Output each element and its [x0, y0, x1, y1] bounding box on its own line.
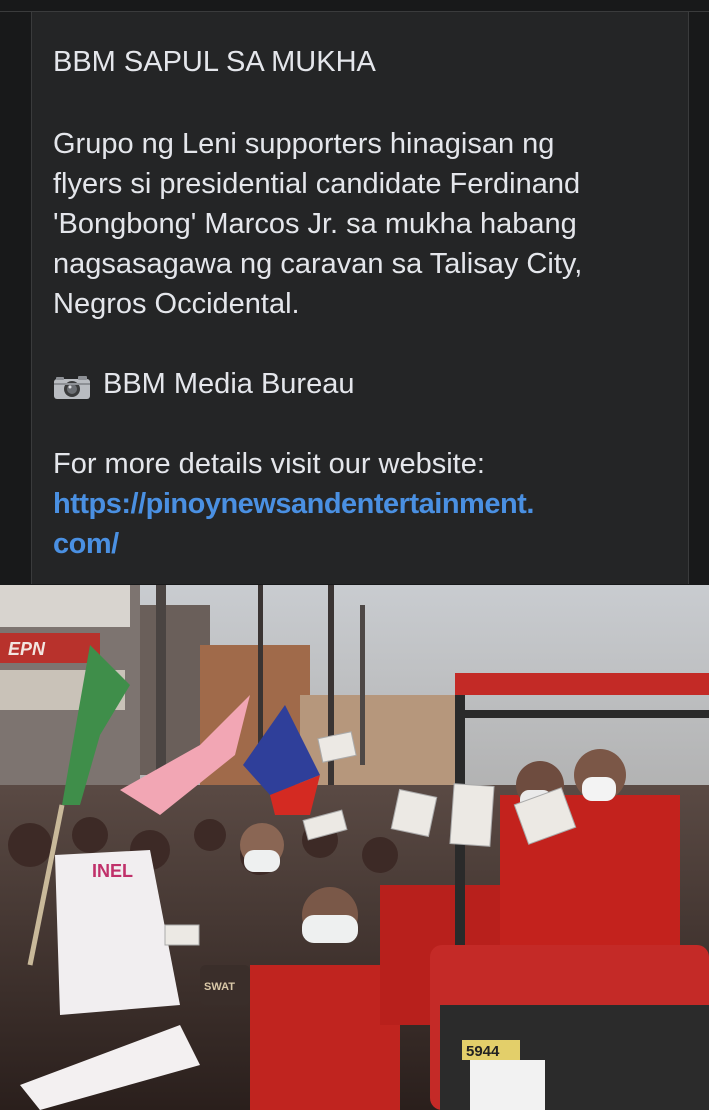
post-body-line: 'Bongbong' Marcos Jr. sa mukha habang: [53, 208, 577, 240]
banner-text: INEL: [92, 861, 133, 881]
details-text: For more details visit our website:: [53, 448, 485, 480]
post-headline: BBM SAPUL SA MUKHA: [53, 46, 376, 78]
photo-credit: BBM Media Bureau: [53, 364, 678, 404]
post-body-line: flyers si presidential candidate Ferdina…: [53, 168, 581, 200]
website-link-line[interactable]: com/: [53, 528, 119, 560]
website-link-line[interactable]: https://pinoynewsandentertainment.: [53, 488, 534, 520]
cap-text: SWAT: [204, 981, 235, 993]
truck-roof: [455, 673, 709, 695]
top-border: [0, 0, 709, 12]
website-link[interactable]: https://pinoynewsandentertainment. com/: [53, 484, 678, 564]
caravan-photo-illustration: EPN INEL 5944 SWAT: [0, 585, 709, 1110]
store-sign-text: EPN: [8, 639, 46, 659]
post-body-line: nagsasagawa ng caravan sa Talisay City,: [53, 248, 583, 280]
post-body-line: Grupo ng Leni supporters hinagisan ng: [53, 128, 555, 160]
photo-credit-text: BBM Media Bureau: [103, 368, 355, 400]
post-card: BBM SAPUL SA MUKHA Grupo ng Leni support…: [31, 12, 689, 584]
plate-text: 5944: [466, 1043, 500, 1060]
camera-icon: [53, 371, 91, 399]
post-body-line: Negros Occidental.: [53, 288, 300, 320]
post-photo[interactable]: EPN INEL 5944 SWAT: [0, 585, 709, 1110]
post-text: BBM SAPUL SA MUKHA Grupo ng Leni support…: [53, 42, 678, 564]
post-body: Grupo ng Leni supporters hinagisan ng fl…: [53, 124, 678, 324]
